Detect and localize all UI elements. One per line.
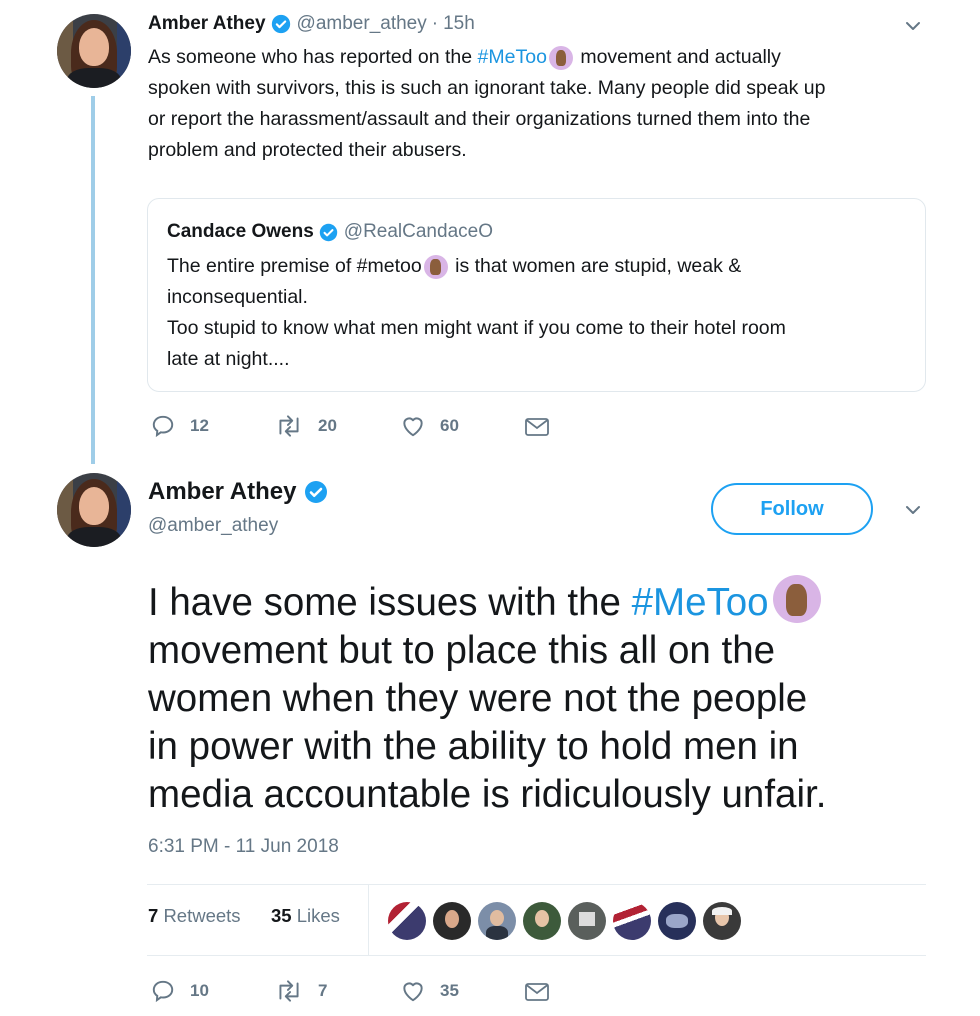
raised-hands-emoji-icon [548,45,573,70]
author-handle[interactable]: @amber_athey [148,515,278,537]
like-count: 60 [440,416,459,435]
divider [147,955,926,956]
quoted-tweet[interactable]: Candace Owens @RealCandaceO The entire p… [147,198,926,392]
like-button[interactable]: 35 [400,978,459,1004]
like-icon [403,417,423,437]
likes-count: 35 [271,905,292,926]
verified-badge-icon [305,481,328,503]
quote-author-name[interactable]: Candace Owens [167,221,314,243]
quote-text-line: late at night.... [167,348,290,370]
like-button[interactable]: 60 [400,413,459,439]
tweet-text-segment: I have some issues with the [148,581,632,624]
tweet-text-line: movement but to place this all on the [148,629,776,672]
reply-count: 10 [190,981,209,1000]
retweets-count: 7 [148,905,159,926]
main-author-row: Amber Athey [148,476,328,508]
chevron-down-icon[interactable] [903,16,923,36]
raised-hands-emoji-icon [423,254,448,279]
tweet-time[interactable]: 15h [443,13,475,35]
reply-icon [152,415,174,438]
tweet-text-line: women when they were not the people [148,677,808,720]
quote-text-line: Too stupid to know what men might want i… [167,317,786,339]
dm-icon[interactable] [524,415,550,439]
quote-text: The entire premise of #metoo is that wom… [167,251,907,375]
verified-badge-icon [271,14,290,34]
author-handle[interactable]: @amber_athey [297,13,427,35]
chevron-down-icon[interactable] [903,500,923,520]
verified-badge-icon [319,223,337,241]
quote-author-handle[interactable]: @RealCandaceO [344,221,493,243]
likes-label: Likes [296,905,340,926]
separator-dot: · [431,13,439,34]
tweet-text-segment: As someone who has reported on the [148,46,478,68]
thread-connector-line [91,96,95,464]
retweet-count: 20 [318,416,337,435]
divider [368,885,369,955]
dm-icon[interactable] [524,980,550,1004]
retweet-icon [279,980,299,1002]
retweets-stat[interactable]: 7 Retweets [148,905,241,927]
avatar[interactable] [57,14,131,88]
retweet-icon [279,415,299,437]
retweets-label: Retweets [163,905,241,926]
like-icon [403,982,423,1002]
main-tweet-text: I have some issues with the #MeToo movem… [148,575,938,819]
liker-avatar[interactable] [478,902,516,940]
tweet-text-line: media accountable is ridiculously unfair… [148,773,827,816]
tweet-text-line: problem and protected their abusers. [148,139,467,161]
like-count: 35 [440,981,459,1000]
retweet-button[interactable]: 7 [274,978,327,1004]
liker-avatar[interactable] [703,902,741,940]
likes-stat[interactable]: 35 Likes [271,905,340,927]
liker-avatar[interactable] [658,902,696,940]
tweet-text-line: spoken with survivors, this is such an i… [148,77,826,99]
raised-hands-emoji-icon [772,575,821,623]
reply-icon [152,980,174,1003]
tweet-header: Amber Athey @amber_athey · 15h [148,10,475,38]
author-name[interactable]: Amber Athey [148,13,266,35]
liker-avatar[interactable] [523,902,561,940]
liker-avatar[interactable] [433,902,471,940]
liker-avatar[interactable] [568,902,606,940]
follow-button[interactable]: Follow [711,483,873,535]
hashtag-link[interactable]: #MeToo [478,46,547,68]
quote-text-segment: The entire premise of #metoo [167,255,422,277]
divider [147,884,926,885]
avatar[interactable] [57,473,131,547]
quote-header: Candace Owens @RealCandaceO [167,219,493,245]
tweet-text-segment: movement and actually [574,46,781,68]
quote-text-line: inconsequential. [167,286,308,308]
tweet-text-line: in power with the ability to hold men in [148,725,799,768]
retweet-count: 7 [318,981,328,1000]
quote-text-segment: is that women are stupid, weak & [449,255,742,277]
author-name[interactable]: Amber Athey [148,478,296,506]
reply-button[interactable]: 10 [150,978,209,1004]
tweet-timestamp[interactable]: 6:31 PM - 11 Jun 2018 [148,836,339,858]
tweet-text-line: or report the harassment/assault and the… [148,108,811,130]
reply-count: 12 [190,416,209,435]
retweet-button[interactable]: 20 [274,413,337,439]
liker-avatar[interactable] [388,902,426,940]
liker-avatar[interactable] [613,902,651,940]
tweet-text: As someone who has reported on the #MeTo… [148,42,928,166]
hashtag-link[interactable]: #MeToo [632,581,769,624]
reply-button[interactable]: 12 [150,413,209,439]
